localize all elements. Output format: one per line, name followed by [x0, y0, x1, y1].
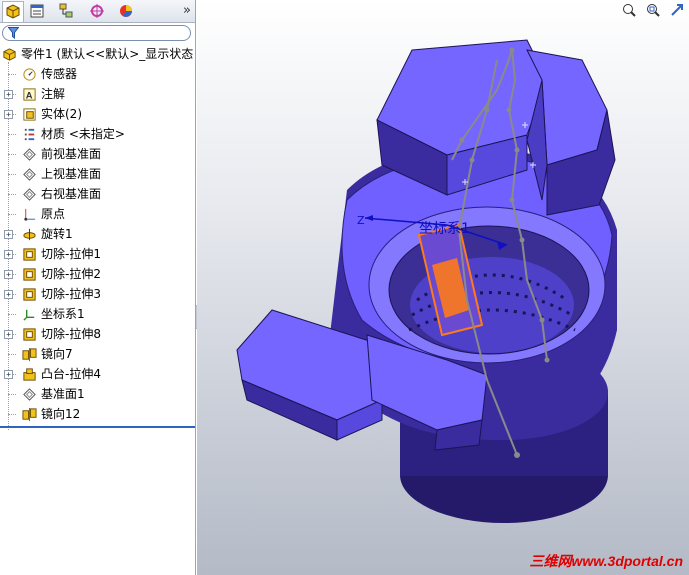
- annotation-icon: A: [23, 88, 36, 101]
- tree-item-cut-extrude[interactable]: + 切除-拉伸3: [0, 284, 195, 304]
- tree-item-revolve[interactable]: + 旋转1: [0, 224, 195, 244]
- tree-item-label: 旋转1: [41, 227, 73, 241]
- tree-connector: [8, 394, 16, 395]
- tree-item-label: 右视基准面: [41, 187, 102, 201]
- tree-item-label: 凸台-拉伸4: [41, 367, 101, 381]
- configuration-manager-icon: [59, 3, 73, 18]
- tree-filter-input[interactable]: [2, 25, 191, 41]
- cut-extrude-icon: [23, 288, 36, 301]
- tree-item-label: 传感器: [41, 67, 78, 81]
- expand-toggle-icon[interactable]: +: [4, 330, 13, 339]
- display-manager-icon: [120, 5, 132, 17]
- display-manager-tab[interactable]: [115, 1, 137, 21]
- tree-item-solid-bodies[interactable]: + 实体(2): [0, 104, 195, 124]
- property-manager-icon: [30, 4, 44, 18]
- plane-icon: [23, 168, 36, 181]
- part-icon: [3, 48, 16, 61]
- tree-item-label: 材质 <未指定>: [41, 127, 125, 141]
- expand-toggle-icon[interactable]: +: [4, 90, 13, 99]
- tree-item-label: 切除-拉伸3: [41, 287, 101, 301]
- coordinate-system-label: 坐标系1: [419, 221, 470, 237]
- dimxpert-icon: [90, 4, 104, 18]
- expand-toggle-icon[interactable]: +: [4, 230, 13, 239]
- tree-connector: [8, 174, 16, 175]
- boss-extrude-icon: [23, 368, 36, 381]
- tree-connector: [8, 74, 16, 75]
- tree-item-annotation[interactable]: + A 注解: [0, 84, 195, 104]
- graphics-area[interactable]: Z 坐标系1 三维网www.3dportal.cn: [197, 0, 689, 575]
- tree-connector: [8, 154, 16, 155]
- watermark: 三维网www.3dportal.cn: [529, 553, 684, 569]
- expand-toggle-icon[interactable]: +: [4, 270, 13, 279]
- cut-extrude-icon: [23, 268, 36, 281]
- coordinate-system-icon: [23, 309, 35, 321]
- mirror-icon: [22, 407, 37, 422]
- tree-item-sensor[interactable]: 传感器: [0, 64, 195, 84]
- feature-manager-icon: [6, 4, 20, 19]
- tree-item-label: 零件1 (默认<<默认>_显示状态: [21, 47, 194, 61]
- tree-item-mirror[interactable]: 镜向12: [0, 404, 195, 424]
- cut-extrude-icon: [23, 248, 36, 261]
- tree-item-label: 切除-拉伸8: [41, 327, 101, 341]
- filter-icon: [8, 27, 19, 39]
- tree-item-label: 镜向12: [41, 407, 81, 421]
- expand-toggle-icon[interactable]: +: [4, 290, 13, 299]
- part-model[interactable]: [197, 0, 689, 575]
- solid-bodies-icon: [23, 108, 36, 121]
- tree-item-mirror[interactable]: 镜向7: [0, 344, 195, 364]
- svg-text:A: A: [26, 90, 33, 100]
- tree-connector: [8, 414, 16, 415]
- tree-item-label: 前视基准面: [41, 147, 102, 161]
- tree-item-label: 上视基准面: [41, 167, 102, 181]
- tree-connector: [8, 354, 16, 355]
- tabs-overflow-icon[interactable]: »: [183, 3, 191, 18]
- tree-item-label: 坐标系1: [41, 307, 85, 321]
- tree-item-cut-extrude[interactable]: + 切除-拉伸2: [0, 264, 195, 284]
- sensor-icon: [23, 68, 36, 81]
- tree-item-label: 切除-拉伸2: [41, 267, 101, 281]
- tree-item-plane[interactable]: 右视基准面: [0, 184, 195, 204]
- tree-item-coordinate-system[interactable]: 坐标系1: [0, 304, 195, 324]
- expand-toggle-icon[interactable]: +: [4, 370, 13, 379]
- tree-item-part[interactable]: 零件1 (默认<<默认>_显示状态: [0, 44, 195, 64]
- tree-item-label: 镜向7: [41, 347, 73, 361]
- tree-connector: [8, 214, 16, 215]
- tree-item-label: 基准面1: [41, 387, 85, 401]
- rollback-bar[interactable]: [0, 426, 195, 428]
- mirror-icon: [22, 347, 37, 362]
- material-icon: [24, 128, 35, 141]
- tree-item-origin[interactable]: 原点: [0, 204, 195, 224]
- tree-item-plane[interactable]: 上视基准面: [0, 164, 195, 184]
- tree-item-label: 切除-拉伸1: [41, 247, 101, 261]
- expand-toggle-icon[interactable]: +: [4, 110, 13, 119]
- tree-connector: [8, 134, 16, 135]
- property-manager-tab[interactable]: [26, 1, 48, 21]
- tree-item-label: 实体(2): [41, 107, 82, 121]
- tree-item-cut-extrude[interactable]: + 切除-拉伸1: [0, 244, 195, 264]
- tree-item-plane[interactable]: 前视基准面: [0, 144, 195, 164]
- tree-item-label: 注解: [41, 87, 66, 101]
- expand-toggle-icon[interactable]: +: [4, 250, 13, 259]
- revolve-icon: [23, 228, 36, 241]
- origin-icon: [24, 208, 36, 221]
- dimxpert-tab[interactable]: [86, 1, 108, 21]
- tree-connector: [8, 314, 16, 315]
- tree-item-boss-extrude[interactable]: + 凸台-拉伸4: [0, 364, 195, 384]
- configuration-manager-tab[interactable]: [55, 1, 77, 21]
- feature-manager-tab[interactable]: [2, 1, 24, 22]
- z-axis-label: Z: [357, 214, 365, 227]
- manager-tabs: »: [0, 0, 195, 23]
- feature-manager-pane: » 零件1 (默认<<默认>_显示状态传感器 + A 注解 + 实体(2) 材质 <未指定>…: [0, 0, 196, 575]
- tree-connector: [8, 194, 16, 195]
- tree-item-label: 原点: [41, 207, 66, 221]
- tree-item-material[interactable]: 材质 <未指定>: [0, 124, 195, 144]
- plane-icon: [23, 148, 36, 161]
- plane-icon: [23, 188, 36, 201]
- plane-icon: [23, 388, 36, 401]
- cut-extrude-icon: [23, 328, 36, 341]
- tree-item-plane[interactable]: 基准面1: [0, 384, 195, 404]
- tree-item-cut-extrude[interactable]: + 切除-拉伸8: [0, 324, 195, 344]
